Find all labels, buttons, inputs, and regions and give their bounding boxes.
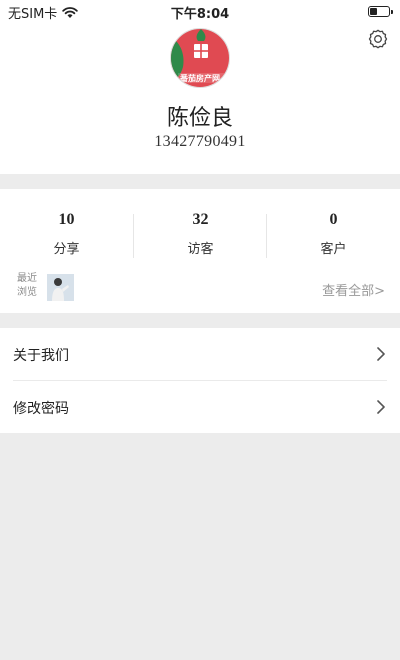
recent-label: 最近 浏览 (15, 272, 39, 300)
stat-label: 访客 (187, 242, 214, 257)
menu-item-label: 关于我们 (13, 348, 69, 364)
menu-item-label: 修改密码 (13, 401, 69, 417)
stat-customers[interactable]: 0 客户 (267, 189, 400, 259)
profile-header: 番茄房产网 陈俭良 13427790491 (0, 22, 400, 174)
stat-value: 0 (329, 211, 338, 228)
stat-label: 分享 (53, 242, 80, 257)
stat-visitors[interactable]: 32 访客 (134, 189, 267, 259)
stats-card: 10 分享 32 访客 0 客户 最近 浏览 查看全部> (0, 189, 400, 313)
recent-thumbnail[interactable] (47, 274, 74, 301)
stat-value: 32 (192, 211, 209, 228)
avatar-text: 番茄房产网 (180, 74, 220, 83)
stat-label: 客户 (320, 242, 347, 257)
avatar[interactable]: 番茄房产网 (170, 28, 230, 88)
recent-label-line1: 最近 (17, 273, 37, 284)
menu-item-about-us[interactable]: 关于我们 (0, 328, 400, 381)
person-photo-icon (47, 274, 74, 301)
recent-label-line2: 浏览 (17, 287, 37, 298)
chevron-right-icon (377, 400, 385, 414)
user-name: 陈俭良 (166, 106, 233, 131)
battery-icon (368, 6, 393, 17)
battery-fill (370, 8, 377, 15)
view-all-link[interactable]: 查看全部> (322, 280, 385, 299)
stat-value: 10 (58, 211, 75, 228)
user-phone: 13427790491 (154, 133, 246, 150)
menu-item-change-password[interactable]: 修改密码 (0, 381, 400, 433)
settings-menu: 关于我们 修改密码 (0, 328, 400, 433)
stat-share[interactable]: 10 分享 (0, 189, 133, 259)
gear-icon[interactable] (367, 28, 389, 50)
status-time: 下午8:04 (170, 7, 230, 22)
status-bar: 无SIM卡 下午8:04 (0, 0, 400, 22)
chevron-right-icon (377, 347, 385, 361)
